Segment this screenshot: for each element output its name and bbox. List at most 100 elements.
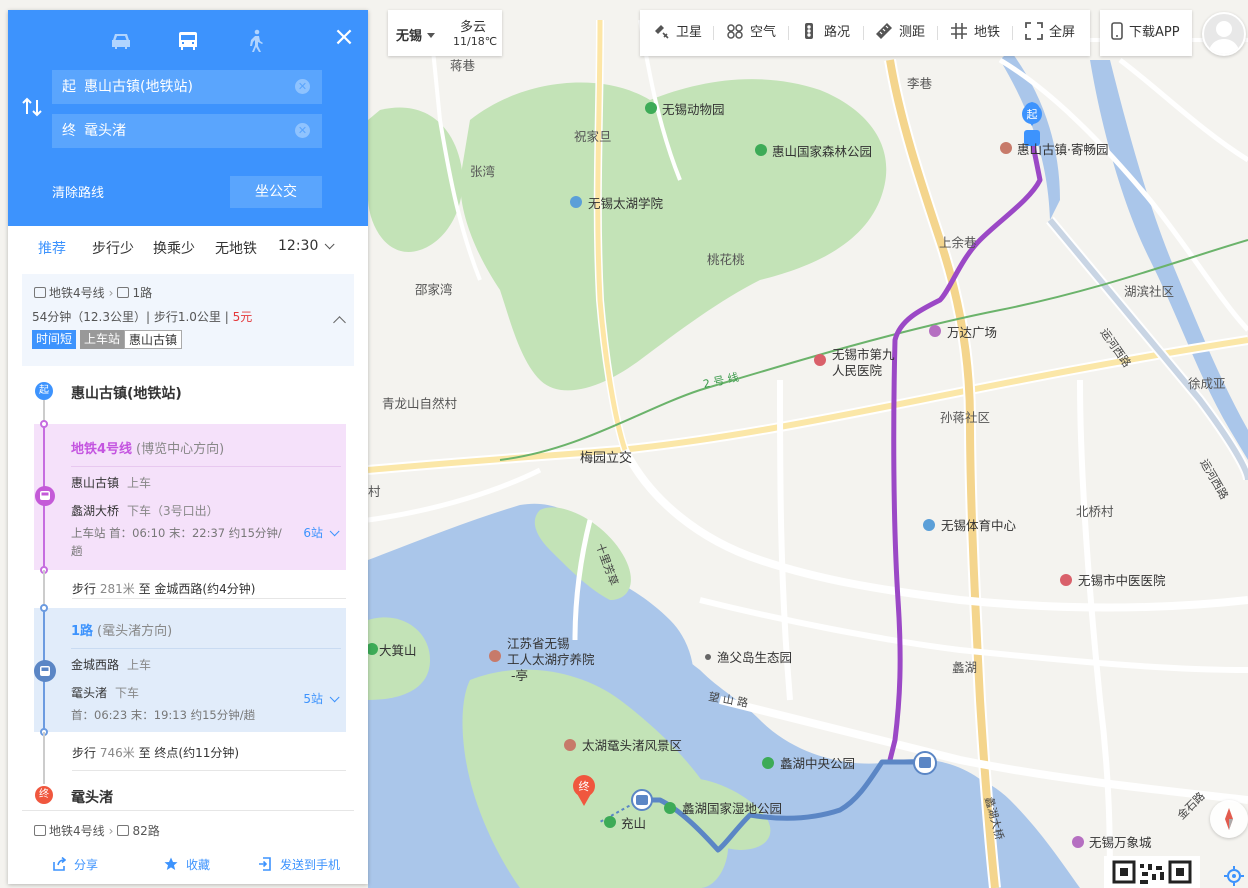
download-app-button[interactable]: 下载APP <box>1100 10 1192 56</box>
tab-recommend[interactable]: 推荐 <box>38 238 66 258</box>
svg-text:桃花桃: 桃花桃 <box>707 252 745 267</box>
plan-lines: 地铁4号线 › 1路 <box>34 284 152 301</box>
svg-text:上余巷: 上余巷 <box>939 235 977 250</box>
tag-board-stop: 惠山古镇 <box>124 330 183 349</box>
close-icon[interactable]: × <box>332 24 356 50</box>
metro-count-text: 6站 <box>303 526 323 540</box>
svg-text:无锡太湖学院: 无锡太湖学院 <box>588 196 664 211</box>
svg-text:无锡市第九: 无锡市第九 <box>832 347 895 362</box>
chevron-down-icon <box>325 239 335 250</box>
bus-icon <box>117 287 130 298</box>
car-mode-icon[interactable] <box>106 26 136 56</box>
plan-line-b: 1路 <box>132 286 153 300</box>
traffic-button[interactable]: 路况 <box>800 10 850 56</box>
metro-board-action: 上车 <box>127 476 152 490</box>
walk-mode-icon[interactable] <box>241 26 271 56</box>
clear-route-link[interactable]: 清除路线 <box>52 182 104 201</box>
metro-board-stop: 惠山古镇 <box>71 476 120 490</box>
end-prefix: 终 <box>62 123 76 139</box>
bus-direction: (鼋头渚方向) <box>97 624 173 639</box>
divider <box>71 466 341 467</box>
transfer-bus-stop[interactable] <box>913 751 937 775</box>
svg-text:祝家旦: 祝家旦 <box>574 129 612 144</box>
chevron-down-icon <box>329 526 340 537</box>
bus-mode-icon[interactable] <box>173 26 203 56</box>
walk2-distance: 746米 <box>99 746 135 760</box>
start-input[interactable]: 起惠山古镇(地铁站) ✕ <box>52 70 322 104</box>
bus-stop-count[interactable]: 5站 <box>303 690 340 707</box>
tab-no-metro[interactable]: 无地铁 <box>215 238 257 258</box>
divider <box>72 770 346 771</box>
satellite-button[interactable]: 卫星 <box>652 10 702 56</box>
route-panel: × 起惠山古镇(地铁站) ✕ 终鼋头渚 ✕ 清除路线 坐公交 推荐 步行少 换乘… <box>8 10 368 884</box>
clear-start-icon[interactable]: ✕ <box>295 79 310 94</box>
metro-alight-row: 蠡湖大桥 下车（3号口出） <box>71 502 219 519</box>
end-bus-stop[interactable] <box>631 789 653 811</box>
fullscreen-icon <box>1025 22 1043 40</box>
svg-text:孙蒋社区: 孙蒋社区 <box>940 410 990 425</box>
locate-icon[interactable] <box>1220 864 1248 888</box>
metro-stop-count[interactable]: 6站 <box>303 524 340 541</box>
svg-text:万达广场: 万达广场 <box>947 325 997 340</box>
avatar[interactable] <box>1202 12 1246 56</box>
walk-step-2: 步行 746米 至 终点(约11分钟) <box>72 744 239 761</box>
time-select[interactable]: 12:30 <box>278 238 335 254</box>
swap-icon[interactable] <box>22 96 42 118</box>
start-node-name: 惠山古镇(地铁站) <box>71 386 182 402</box>
walk1-text: 至 金城西路(约4分钟) <box>138 582 256 596</box>
air-button[interactable]: 空气 <box>726 10 776 56</box>
tab-less-walk[interactable]: 步行少 <box>92 238 134 258</box>
bus-alight-stop: 鼋头渚 <box>71 686 108 700</box>
favorite-button[interactable]: 收藏 <box>164 856 210 873</box>
svg-text:无锡市中医医院: 无锡市中医医院 <box>1078 573 1166 588</box>
svg-text:太湖鼋头渚风景区: 太湖鼋头渚风景区 <box>582 738 682 753</box>
end-input[interactable]: 终鼋头渚 ✕ <box>52 114 322 148</box>
bus-alight-action: 下车 <box>115 686 140 700</box>
metro-segment[interactable]: 地铁4号线 (博览中心方向) 惠山古镇 上车 蠡湖大桥 下车（3号口出） 上车站 首：… <box>34 420 346 574</box>
alt-route[interactable]: 地铁4号线 › 82路 <box>34 822 160 839</box>
bus-schedule: 首：06:23 末：19:13 约15分钟/趟 <box>71 708 256 722</box>
walk2-text: 至 终点(约11分钟) <box>138 746 240 760</box>
divider <box>788 26 789 40</box>
plan-price: 5元 <box>232 310 253 324</box>
bus-title: 1路 (鼋头渚方向) <box>71 620 172 639</box>
bus-segment[interactable]: 1路 (鼋头渚方向) 金城西路 上车 鼋头渚 下车 首：06:23 末：19:13 约… <box>34 604 346 736</box>
compass-icon[interactable] <box>1210 800 1248 838</box>
svg-text:北桥村: 北桥村 <box>1076 504 1114 519</box>
measure-button[interactable]: 测距 <box>875 10 925 56</box>
send-to-phone-button[interactable]: 发送到手机 <box>258 856 340 873</box>
chevron-up-icon[interactable] <box>333 316 346 329</box>
metro-board-row: 惠山古镇 上车 <box>71 474 151 491</box>
download-label: 下载APP <box>1129 25 1180 40</box>
share-button[interactable]: 分享 <box>52 856 98 873</box>
send-label: 发送到手机 <box>280 858 341 872</box>
svg-text:蠡湖国家湿地公园: 蠡湖国家湿地公园 <box>682 801 782 816</box>
plan-tags: 时间短 上车站 惠山古镇 <box>32 330 183 349</box>
panel-actions: 分享 收藏 发送到手机 <box>8 856 368 882</box>
bus-board-action: 上车 <box>127 658 152 672</box>
svg-text:无锡体育中心: 无锡体育中心 <box>941 518 1017 533</box>
svg-text:惠山国家森林公园: 惠山国家森林公园 <box>772 144 872 159</box>
svg-text:-亭: -亭 <box>511 668 528 683</box>
alt-line-b: 82路 <box>132 824 160 838</box>
chevron-right-icon: › <box>108 824 114 838</box>
metro-schedule: 上车站 首：06:10 末：22:37 约15分钟/趟 <box>71 526 282 558</box>
tab-less-transfer[interactable]: 换乘少 <box>153 238 195 258</box>
bus-count-text: 5站 <box>303 692 323 706</box>
fullscreen-button[interactable]: 全屏 <box>1025 10 1075 56</box>
metro-button[interactable]: 地铁 <box>950 10 1000 56</box>
divider <box>863 26 864 40</box>
city-select[interactable]: 无锡 <box>396 25 436 44</box>
svg-text:蠡湖中央公园: 蠡湖中央公园 <box>780 756 855 771</box>
plan-card[interactable]: 地铁4号线 › 1路 54分钟（12.3公里）| 步行1.0公里 | 5元 时间短 … <box>22 274 354 366</box>
search-bus-button[interactable]: 坐公交 <box>230 176 322 208</box>
end-badge: 终 <box>35 786 53 804</box>
metro-title: 地铁4号线 (博览中心方向) <box>71 438 224 457</box>
plan-summary-text: 54分钟（12.3公里）| 步行1.0公里 | <box>32 310 229 324</box>
ruler-icon <box>876 23 892 39</box>
time-value: 12:30 <box>278 238 319 254</box>
route-header: × 起惠山古镇(地铁站) ✕ 终鼋头渚 ✕ 清除路线 坐公交 <box>8 10 368 226</box>
divider <box>22 810 354 811</box>
clear-end-icon[interactable]: ✕ <box>295 123 310 138</box>
divider <box>71 648 341 649</box>
